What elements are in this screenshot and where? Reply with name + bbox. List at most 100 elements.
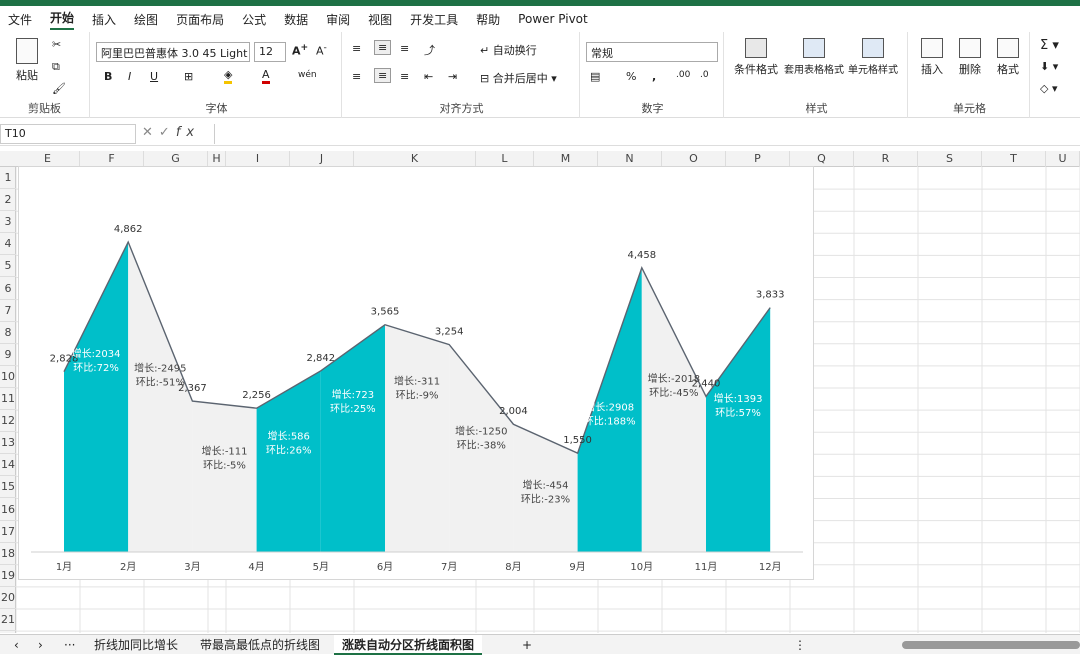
- fill-icon[interactable]: ⬇ ▾: [1040, 60, 1058, 73]
- menu-tab-3[interactable]: 绘图: [134, 11, 158, 28]
- column-header[interactable]: F: [80, 151, 144, 167]
- number-format-select[interactable]: 常规: [586, 42, 718, 62]
- menu-tab-8[interactable]: 视图: [368, 11, 392, 28]
- column-header[interactable]: R: [854, 151, 918, 167]
- table-format-button[interactable]: 套用表格格式: [784, 38, 844, 76]
- align-top-icon[interactable]: ≡: [352, 42, 361, 55]
- cancel-icon[interactable]: ✕: [142, 125, 159, 140]
- menu-tab-6[interactable]: 数据: [284, 11, 308, 28]
- sheet-tab-1[interactable]: 折线加同比增长: [86, 635, 186, 655]
- indent-decrease-icon[interactable]: ⇤: [424, 70, 433, 83]
- decrease-decimal-icon[interactable]: .0: [700, 70, 709, 80]
- row-header[interactable]: 8: [0, 322, 16, 344]
- column-header[interactable]: O: [662, 151, 726, 167]
- merge-center-button[interactable]: ⊟ 合并后居中 ▾: [480, 70, 557, 86]
- wrap-text-button[interactable]: ↵ 自动换行: [480, 42, 537, 58]
- comma-icon[interactable]: ,: [652, 70, 656, 83]
- align-center-icon[interactable]: ≡: [374, 68, 392, 83]
- sheet-tab-3[interactable]: 涨跌自动分区折线面积图: [334, 635, 483, 655]
- tab-options-icon[interactable]: ⋮: [786, 635, 814, 655]
- indent-increase-icon[interactable]: ⇥: [448, 70, 457, 83]
- tab-next-icon[interactable]: ›: [30, 635, 51, 655]
- percent-icon[interactable]: %: [626, 70, 636, 83]
- menu-tab-7[interactable]: 审阅: [326, 11, 350, 28]
- increase-font-icon[interactable]: A+: [292, 42, 308, 58]
- align-right-icon[interactable]: ≡: [400, 70, 409, 83]
- font-size-select[interactable]: 12: [254, 42, 286, 62]
- row-header[interactable]: 5: [0, 255, 16, 278]
- decrease-font-icon[interactable]: A-: [316, 42, 327, 58]
- menu-tab-11[interactable]: Power Pivot: [518, 12, 588, 26]
- column-header[interactable]: K: [354, 151, 476, 167]
- row-header[interactable]: 1: [0, 167, 16, 190]
- add-sheet-button[interactable]: +: [514, 635, 540, 655]
- menu-tab-10[interactable]: 帮助: [476, 11, 500, 28]
- row-header[interactable]: 6: [0, 278, 16, 300]
- row-header[interactable]: 16: [0, 499, 16, 521]
- format-painter-icon[interactable]: 🖌: [52, 82, 66, 95]
- column-header[interactable]: G: [144, 151, 208, 167]
- underline-button[interactable]: U: [150, 70, 158, 83]
- row-header[interactable]: 10: [0, 366, 16, 388]
- orientation-icon[interactable]: ⤴: [424, 42, 435, 58]
- border-icon[interactable]: ⊞: [184, 70, 193, 83]
- increase-decimal-icon[interactable]: .00: [676, 70, 690, 80]
- row-header[interactable]: 2: [0, 189, 16, 212]
- format-cells-button[interactable]: 格式: [990, 38, 1026, 77]
- column-header[interactable]: U: [1046, 151, 1080, 167]
- font-name-select[interactable]: 阿里巴巴普惠体 3.0 45 Light: [96, 42, 250, 62]
- scrollbar-thumb[interactable]: [902, 641, 1080, 649]
- enter-icon[interactable]: ✓: [159, 125, 176, 140]
- fx-icon[interactable]: fx: [176, 125, 200, 140]
- column-header[interactable]: E: [16, 151, 80, 167]
- sheet-tab-2[interactable]: 带最高最低点的折线图: [192, 635, 328, 655]
- row-header[interactable]: 18: [0, 543, 16, 565]
- formula-input[interactable]: [214, 124, 1080, 144]
- column-header[interactable]: J: [290, 151, 354, 167]
- align-bottom-icon[interactable]: ≡: [400, 42, 409, 55]
- cell-style-button[interactable]: 单元格样式: [842, 38, 904, 76]
- row-header[interactable]: 13: [0, 432, 16, 455]
- conditional-format-button[interactable]: 条件格式: [732, 38, 780, 77]
- column-header[interactable]: Q: [790, 151, 854, 167]
- copy-icon[interactable]: ⧉: [52, 60, 60, 74]
- row-header[interactable]: 9: [0, 344, 16, 366]
- row-header[interactable]: 20: [0, 587, 16, 609]
- column-header[interactable]: P: [726, 151, 790, 167]
- horizontal-scrollbar[interactable]: [812, 641, 1080, 649]
- delete-cells-button[interactable]: 删除: [952, 38, 988, 77]
- row-header[interactable]: 3: [0, 211, 16, 234]
- column-header[interactable]: I: [226, 151, 290, 167]
- row-header[interactable]: 14: [0, 454, 16, 477]
- chart-area[interactable]: 2,828 4,862 2,367 2,256 2,842 3,565 3,254 2,004…: [18, 166, 814, 580]
- row-header[interactable]: 4: [0, 233, 16, 256]
- currency-icon[interactable]: ▤: [590, 70, 600, 83]
- paste-button[interactable]: 粘贴: [12, 38, 42, 83]
- menu-tab-0[interactable]: 文件: [8, 11, 32, 28]
- menu-tab-9[interactable]: 开发工具: [410, 11, 458, 28]
- tab-more-icon[interactable]: ···: [56, 635, 83, 655]
- column-header[interactable]: L: [476, 151, 534, 167]
- column-header[interactable]: T: [982, 151, 1046, 167]
- column-header[interactable]: N: [598, 151, 662, 167]
- align-left-icon[interactable]: ≡: [352, 70, 361, 83]
- row-header[interactable]: 19: [0, 565, 16, 587]
- row-header[interactable]: 15: [0, 476, 16, 499]
- italic-button[interactable]: I: [128, 70, 131, 83]
- cut-icon[interactable]: ✂: [52, 38, 61, 51]
- column-header[interactable]: S: [918, 151, 982, 167]
- column-header[interactable]: M: [534, 151, 598, 167]
- row-header[interactable]: 7: [0, 300, 16, 322]
- menu-tab-4[interactable]: 页面布局: [176, 11, 224, 28]
- clear-icon[interactable]: ◇ ▾: [1040, 82, 1057, 95]
- font-color-icon[interactable]: A: [262, 68, 270, 84]
- menu-tab-2[interactable]: 插入: [92, 11, 116, 28]
- name-box[interactable]: T10: [0, 124, 136, 144]
- phonetic-icon[interactable]: wén: [298, 70, 317, 80]
- row-header[interactable]: 11: [0, 388, 16, 411]
- row-header[interactable]: 17: [0, 521, 16, 543]
- row-header[interactable]: 21: [0, 609, 16, 632]
- row-header[interactable]: 12: [0, 410, 16, 433]
- fill-color-icon[interactable]: ◈: [224, 68, 233, 84]
- menu-tab-1[interactable]: 开始: [50, 9, 75, 30]
